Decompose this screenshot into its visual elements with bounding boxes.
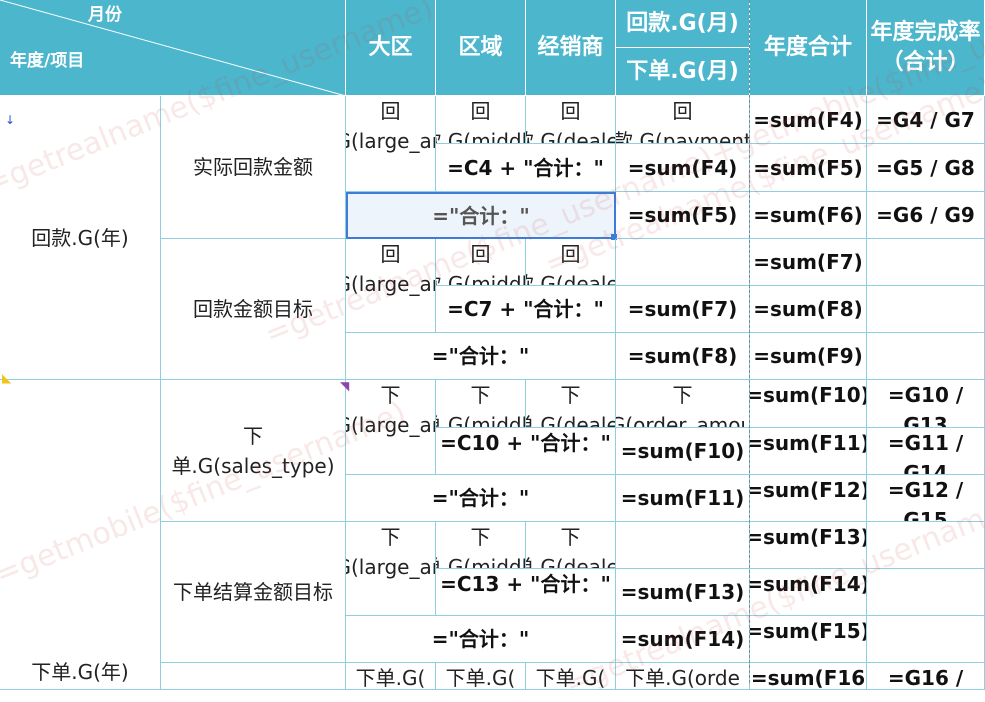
cell-c13-total[interactable]: =C13 + "合计："	[436, 569, 616, 616]
cell-pay-middle[interactable]: 回款.G(middle	[436, 96, 526, 144]
header-year-total[interactable]: 年度合计	[750, 0, 867, 96]
cell-total-label-r12[interactable]: ="合计："	[346, 475, 616, 522]
row-order-sales-type[interactable]: 下单.G(sales_type)	[161, 380, 346, 522]
cell-sum-f11[interactable]: =sum(F11)	[750, 428, 867, 475]
cell-sum-f5[interactable]: =sum(F5)	[750, 144, 867, 192]
header-region-big[interactable]: 大区	[346, 0, 436, 96]
cell-g11-rate[interactable]: =G11 / G14	[867, 428, 985, 475]
cell-ord-dealer-2[interactable]: 下单.G(dealer	[526, 522, 616, 569]
cell-pay-large-area[interactable]: 回款.G(large_area)	[346, 96, 436, 192]
cell-g4-rate[interactable]: =G4 / G7	[867, 96, 985, 144]
row-payment-target[interactable]: 回款金额目标	[161, 239, 346, 380]
page-break-line	[749, 0, 750, 683]
cell-empty-rate-r9[interactable]	[867, 333, 985, 380]
cell-comment-icon: ◣	[2, 371, 12, 385]
cell-sum-f8[interactable]: =sum(F8)	[750, 286, 867, 333]
cell-ord-dealer[interactable]: 下单.G(dealer	[526, 380, 616, 428]
cell-sum-f8-r9[interactable]: =sum(F8)	[616, 333, 750, 380]
header-month-payment[interactable]: 回款.G(月)	[616, 0, 750, 48]
cell-empty-rate-r15[interactable]	[867, 616, 985, 663]
cell-sum-f14[interactable]: =sum(F14)	[750, 569, 867, 616]
header-month-order[interactable]: 下单.G(月)	[616, 48, 750, 96]
cell-sum-f14-r15[interactable]: =sum(F14)	[616, 616, 750, 663]
cell-ord-middle[interactable]: 下单.G(middle	[436, 380, 526, 428]
cell-ord-partial-1[interactable]: 下单.G(	[346, 663, 436, 690]
cell-total-label-selected[interactable]: ="合计："	[346, 192, 616, 239]
cell-pay-dealer-2[interactable]: 回款.G(dealer	[526, 239, 616, 286]
header-region[interactable]: 区域	[436, 0, 526, 96]
cell-g16-rate[interactable]: =G16 /	[867, 663, 985, 690]
cell-sum-f13-r14[interactable]: =sum(F13)	[616, 569, 750, 616]
cell-c10-total[interactable]: =C10 + "合计："	[436, 428, 616, 475]
cell-pay-dealer[interactable]: 回款.G(dealer	[526, 96, 616, 144]
cell-ord-amount[interactable]: 下单.G(order_amount)	[616, 380, 750, 428]
cell-sum-f13[interactable]: =sum(F13)	[750, 522, 867, 569]
cell-sum-f15[interactable]: =sum(F15)	[750, 616, 867, 663]
cell-sum-f10[interactable]: =sum(F10)	[750, 380, 867, 428]
cell-ord-middle-2[interactable]: 下单.G(middle	[436, 522, 526, 569]
row-actual-payment[interactable]: 实际回款金额	[161, 96, 346, 239]
cell-empty-rate-r14[interactable]	[867, 569, 985, 616]
cell-empty-r13[interactable]	[616, 522, 750, 569]
header-dealer[interactable]: 经销商	[526, 0, 616, 96]
corner-triangle-icon: ◥	[340, 379, 350, 393]
cell-sum-f5-r6[interactable]: =sum(F5)	[616, 192, 750, 239]
cell-sum-f6[interactable]: =sum(F6)	[750, 192, 867, 239]
cell-ord-large-area-2[interactable]: 下单.G(large_area)	[346, 522, 436, 616]
header-year-completion-rate[interactable]: 年度完成率（合计）	[867, 0, 985, 96]
cell-sum-f12[interactable]: =sum(F12)	[750, 475, 867, 522]
cell-sum-f16[interactable]: =sum(F16	[750, 663, 867, 690]
cell-sum-f9[interactable]: =sum(F9)	[750, 333, 867, 380]
row-empty-bottom[interactable]	[161, 663, 346, 690]
cell-g12-rate[interactable]: =G12 / G15	[867, 475, 985, 522]
cell-g5-rate[interactable]: =G5 / G8	[867, 144, 985, 192]
cell-g6-rate[interactable]: =G6 / G9	[867, 192, 985, 239]
cell-sum-f4-r5[interactable]: =sum(F4)	[616, 144, 750, 192]
corner-header: 月份 年度/项目	[0, 0, 346, 96]
cell-empty-rate-r13[interactable]	[867, 522, 985, 569]
cell-ord-partial-3[interactable]: 下单.G(	[526, 663, 616, 690]
section-payment-year[interactable]: 回款.G(年)	[0, 96, 161, 380]
cell-empty-rate-r8[interactable]	[867, 286, 985, 333]
section-order-year[interactable]: 下单.G(年)	[0, 380, 161, 690]
cell-ord-large-area[interactable]: 下单.G(large_area)	[346, 380, 436, 475]
cell-sum-f7-r8[interactable]: =sum(F7)	[616, 286, 750, 333]
cell-total-label-r15[interactable]: ="合计："	[346, 616, 616, 663]
cell-empty-r7[interactable]	[616, 239, 750, 286]
cell-ord-partial-2[interactable]: 下单.G(	[436, 663, 526, 690]
cell-sum-f4[interactable]: =sum(F4)	[750, 96, 867, 144]
row-order-target[interactable]: 下单结算金额目标	[161, 522, 346, 663]
cell-c4-total[interactable]: =C4 + "合计："	[436, 144, 616, 192]
cell-empty-rate-r7[interactable]	[867, 239, 985, 286]
cell-sum-f7[interactable]: =sum(F7)	[750, 239, 867, 286]
cell-pay-payment[interactable]: 回款.G(payment	[616, 96, 750, 144]
cell-pay-large-area-2[interactable]: 回款.G(large_area)	[346, 239, 436, 333]
header-month-label: 月份	[88, 5, 122, 25]
header-year-item-label: 年度/项目	[10, 51, 85, 71]
expand-arrow-icon: ↓	[5, 113, 16, 127]
cell-c7-total[interactable]: =C7 + "合计："	[436, 286, 616, 333]
cell-sum-f11-r12[interactable]: =sum(F11)	[616, 475, 750, 522]
cell-pay-middle-2[interactable]: 回款.G(middle	[436, 239, 526, 286]
cell-sum-f10-r11[interactable]: =sum(F10)	[616, 428, 750, 475]
cell-ord-amount-partial[interactable]: 下单.G(orde	[616, 663, 750, 690]
cell-total-label-r9[interactable]: ="合计："	[346, 333, 616, 380]
cell-g10-rate[interactable]: =G10 / G13	[867, 380, 985, 428]
